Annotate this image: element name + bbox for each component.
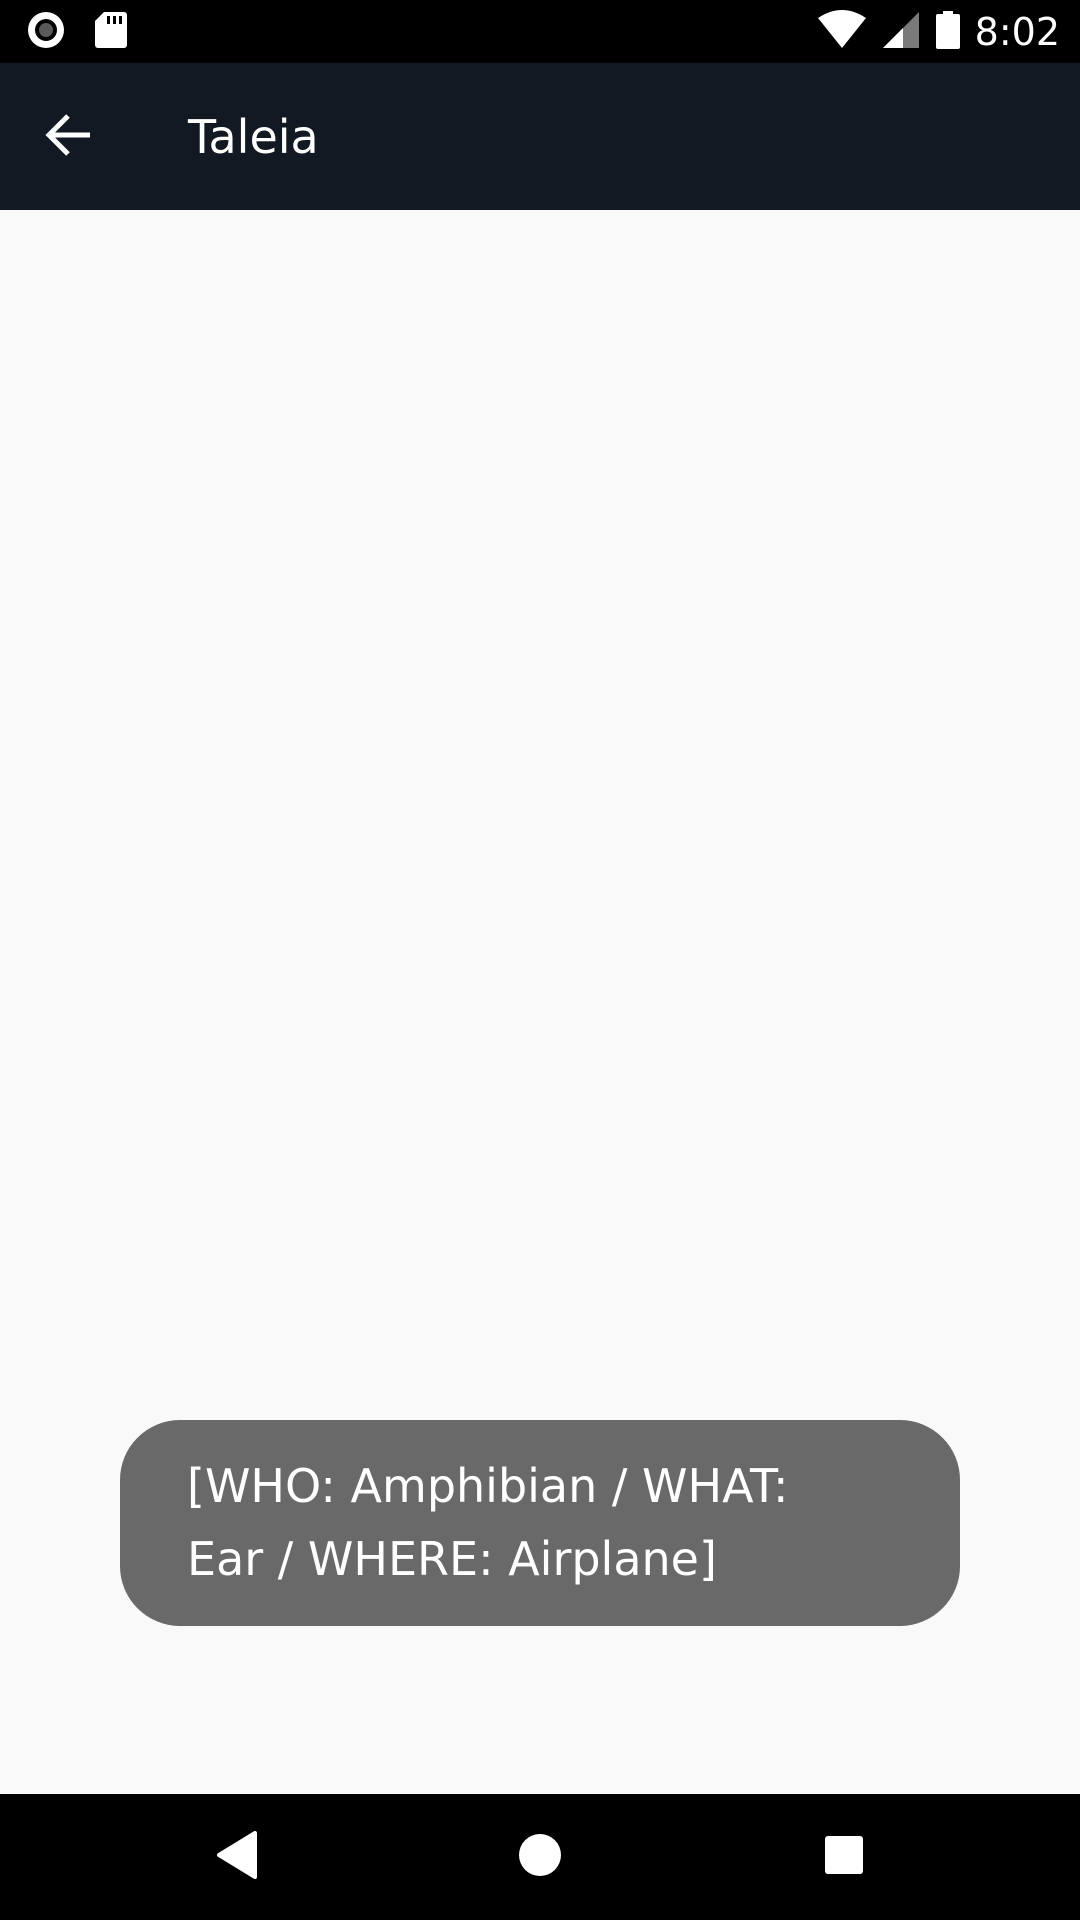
record-icon	[26, 10, 66, 54]
system-nav-bar	[0, 1794, 1080, 1920]
status-right-icons: 8:02	[817, 8, 1060, 56]
app-title: Taleia	[188, 110, 319, 164]
toast-text-line-2: Ear / WHERE: Airplane]	[187, 1532, 717, 1586]
status-bar: 8:02	[0, 0, 1080, 63]
nav-back-button[interactable]	[207, 1827, 267, 1887]
recents-square-icon	[823, 1834, 865, 1880]
wifi-icon	[817, 10, 867, 54]
status-time: 8:02	[974, 10, 1060, 54]
nav-recents-button[interactable]	[814, 1827, 874, 1887]
home-circle-icon	[517, 1832, 563, 1882]
status-left-icons	[26, 10, 128, 54]
battery-icon	[935, 10, 961, 54]
toast-text-line-1: [WHO: Amphibian / WHAT:	[187, 1459, 789, 1513]
sd-card-icon	[94, 10, 128, 54]
app-bar: Taleia	[0, 63, 1080, 210]
nav-home-button[interactable]	[510, 1827, 570, 1887]
back-triangle-icon	[215, 1831, 259, 1883]
back-button[interactable]	[34, 103, 102, 171]
arrow-back-icon	[44, 113, 92, 161]
signal-icon	[881, 10, 921, 54]
toast-message: [WHO: Amphibian / WHAT: Ear / WHERE: Air…	[120, 1420, 960, 1626]
